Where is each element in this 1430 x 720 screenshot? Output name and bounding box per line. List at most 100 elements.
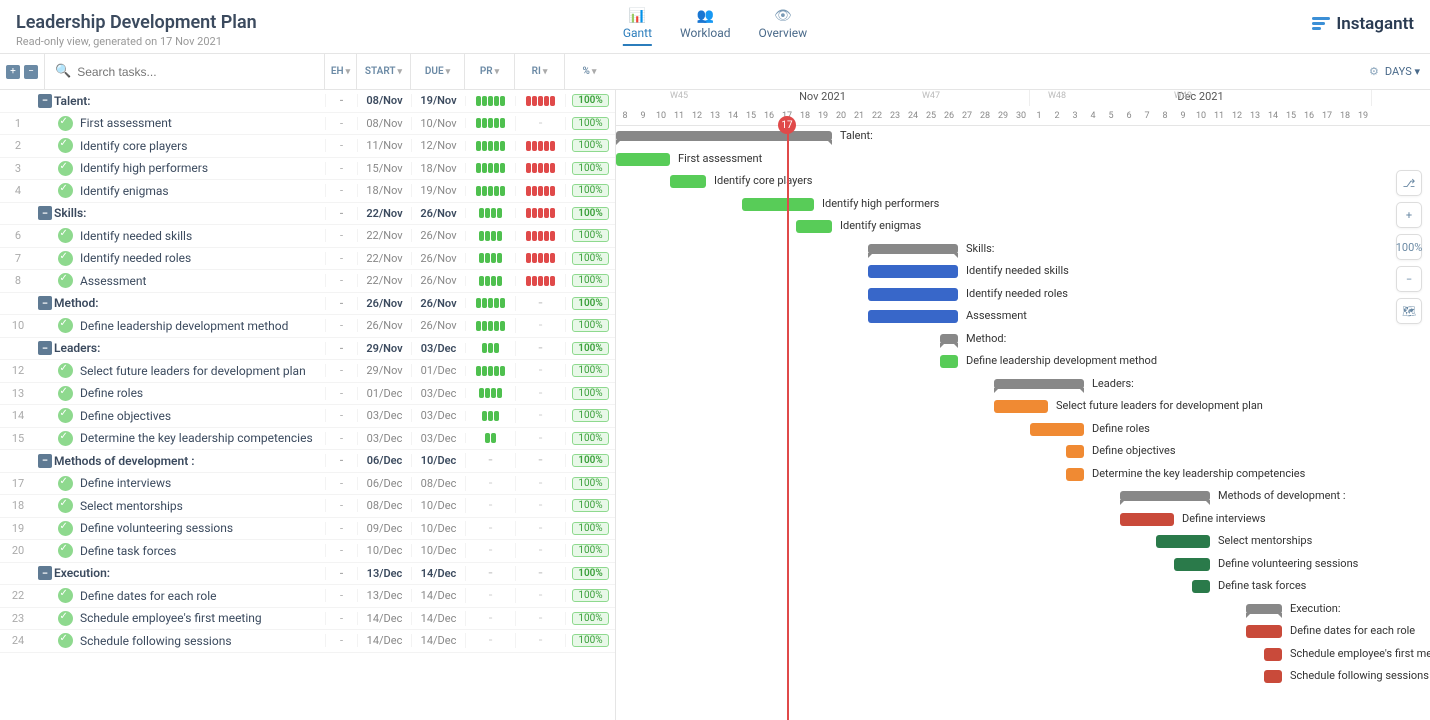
check-icon[interactable]	[58, 476, 73, 491]
task-row[interactable]: 4 Identify enigmas - 18/Nov 19/Nov 100%	[0, 180, 615, 203]
task-bar[interactable]	[1264, 648, 1282, 661]
group-name: Method:	[54, 296, 325, 310]
task-bar[interactable]	[868, 265, 958, 278]
check-icon[interactable]	[58, 116, 73, 131]
task-row[interactable]: 2 Identify core players - 11/Nov 12/Nov …	[0, 135, 615, 158]
task-bar[interactable]	[1066, 445, 1084, 458]
check-icon[interactable]	[58, 521, 73, 536]
task-row[interactable]: 20 Define task forces - 10/Dec 10/Dec - …	[0, 540, 615, 563]
collapse-icon[interactable]: −	[38, 566, 52, 580]
collapse-icon[interactable]: −	[38, 296, 52, 310]
task-bar[interactable]	[1030, 423, 1084, 436]
task-bar[interactable]	[742, 198, 814, 211]
expand-all-button[interactable]: +	[6, 65, 20, 79]
cell-eh: -	[325, 207, 357, 220]
group-row[interactable]: − Leaders: - 29/Nov 03/Dec - 100%	[0, 338, 615, 361]
branch-button[interactable]: ⎇	[1396, 170, 1422, 196]
check-icon[interactable]	[58, 498, 73, 513]
check-icon[interactable]	[58, 318, 73, 333]
column-header-pct[interactable]: %▾	[564, 54, 614, 89]
group-row[interactable]: − Execution: - 13/Dec 14/Dec - - 100%	[0, 563, 615, 586]
task-row[interactable]: 13 Define roles - 01/Dec 03/Dec - 100%	[0, 383, 615, 406]
task-row[interactable]: 14 Define objectives - 03/Dec 03/Dec - 1…	[0, 405, 615, 428]
column-header-due[interactable]: DUE▾	[410, 54, 464, 89]
collapse-icon[interactable]: −	[38, 454, 52, 468]
task-row[interactable]: 12 Select future leaders for development…	[0, 360, 615, 383]
task-row[interactable]: 19 Define volunteering sessions - 09/Dec…	[0, 518, 615, 541]
day-label: 29	[994, 111, 1012, 121]
check-icon[interactable]	[58, 138, 73, 153]
column-header-ri[interactable]: RI▾	[514, 54, 564, 89]
group-bar[interactable]	[940, 334, 958, 344]
group-bar[interactable]	[994, 379, 1084, 389]
task-bar[interactable]	[1120, 513, 1174, 526]
group-bar[interactable]	[868, 244, 958, 254]
task-bar[interactable]	[1246, 625, 1282, 638]
check-icon[interactable]	[58, 431, 73, 446]
zoom-reset-button[interactable]: 100%	[1396, 234, 1422, 260]
collapse-icon[interactable]: −	[38, 206, 52, 220]
task-row[interactable]: 8 Assessment - 22/Nov 26/Nov 100%	[0, 270, 615, 293]
zoom-out-button[interactable]: −	[1396, 266, 1422, 292]
group-row[interactable]: − Talent: - 08/Nov 19/Nov 100%	[0, 90, 615, 113]
task-row[interactable]: 1 First assessment - 08/Nov 10/Nov - 100…	[0, 113, 615, 136]
task-row[interactable]: 23 Schedule employee's first meeting - 1…	[0, 608, 615, 631]
tab-overview[interactable]: 👁Overview	[759, 8, 808, 46]
collapse-icon[interactable]: −	[38, 341, 52, 355]
task-bar[interactable]	[1192, 580, 1210, 593]
check-icon[interactable]	[58, 543, 73, 558]
collapse-all-button[interactable]: −	[24, 65, 38, 79]
check-icon[interactable]	[58, 611, 73, 626]
task-row[interactable]: 3 Identify high performers - 15/Nov 18/N…	[0, 158, 615, 181]
check-icon[interactable]	[58, 633, 73, 648]
task-bar[interactable]	[1156, 535, 1210, 548]
tab-icon: 👁	[774, 8, 792, 24]
check-icon[interactable]	[58, 228, 73, 243]
group-row[interactable]: − Method: - 26/Nov 26/Nov - 100%	[0, 293, 615, 316]
check-icon[interactable]	[58, 183, 73, 198]
tab-workload[interactable]: 👥Workload	[680, 8, 731, 46]
task-row[interactable]: 24 Schedule following sessions - 14/Dec …	[0, 630, 615, 653]
task-row[interactable]: 17 Define interviews - 06/Dec 08/Dec - -…	[0, 473, 615, 496]
column-header-eh[interactable]: EH▾	[324, 54, 356, 89]
zoom-in-button[interactable]: +	[1396, 202, 1422, 228]
collapse-icon[interactable]: −	[38, 94, 52, 108]
column-header-pr[interactable]: PR▾	[464, 54, 514, 89]
check-icon[interactable]	[58, 588, 73, 603]
task-row[interactable]: 6 Identify needed skills - 22/Nov 26/Nov…	[0, 225, 615, 248]
tab-gantt[interactable]: 📊Gantt	[623, 8, 652, 46]
check-icon[interactable]	[58, 363, 73, 378]
check-icon[interactable]	[58, 408, 73, 423]
cell-pct: 100%	[565, 634, 615, 647]
check-icon[interactable]	[58, 161, 73, 176]
task-bar[interactable]	[868, 310, 958, 323]
column-header-start[interactable]: START▾	[356, 54, 410, 89]
task-bar[interactable]	[994, 400, 1048, 413]
task-bar[interactable]	[1066, 468, 1084, 481]
zoom-mode-button[interactable]: DAYS ▾	[1385, 65, 1420, 78]
search-input[interactable]	[77, 65, 314, 79]
minimap-button[interactable]: 🗺	[1396, 298, 1422, 324]
group-bar[interactable]	[1120, 491, 1210, 501]
group-bar[interactable]	[1246, 604, 1282, 614]
group-row[interactable]: − Methods of development : - 06/Dec 10/D…	[0, 450, 615, 473]
task-bar[interactable]	[1264, 670, 1282, 683]
task-row[interactable]: 10 Define leadership development method …	[0, 315, 615, 338]
search-box[interactable]: 🔍	[44, 54, 324, 89]
group-row[interactable]: − Skills: - 22/Nov 26/Nov 100%	[0, 203, 615, 226]
task-row[interactable]: 18 Select mentorships - 08/Dec 10/Dec - …	[0, 495, 615, 518]
check-icon[interactable]	[58, 273, 73, 288]
group-bar[interactable]	[616, 131, 832, 141]
task-bar[interactable]	[868, 288, 958, 301]
task-row[interactable]: 7 Identify needed roles - 22/Nov 26/Nov …	[0, 248, 615, 271]
task-row[interactable]: 22 Define dates for each role - 13/Dec 1…	[0, 585, 615, 608]
check-icon[interactable]	[58, 386, 73, 401]
check-icon[interactable]	[58, 251, 73, 266]
task-row[interactable]: 15 Determine the key leadership competen…	[0, 428, 615, 451]
task-bar[interactable]	[670, 175, 706, 188]
gear-icon[interactable]: ⚙	[1369, 65, 1379, 78]
task-bar[interactable]	[796, 220, 832, 233]
task-bar[interactable]	[1174, 558, 1210, 571]
task-bar[interactable]	[940, 355, 958, 368]
task-bar[interactable]	[616, 153, 670, 166]
